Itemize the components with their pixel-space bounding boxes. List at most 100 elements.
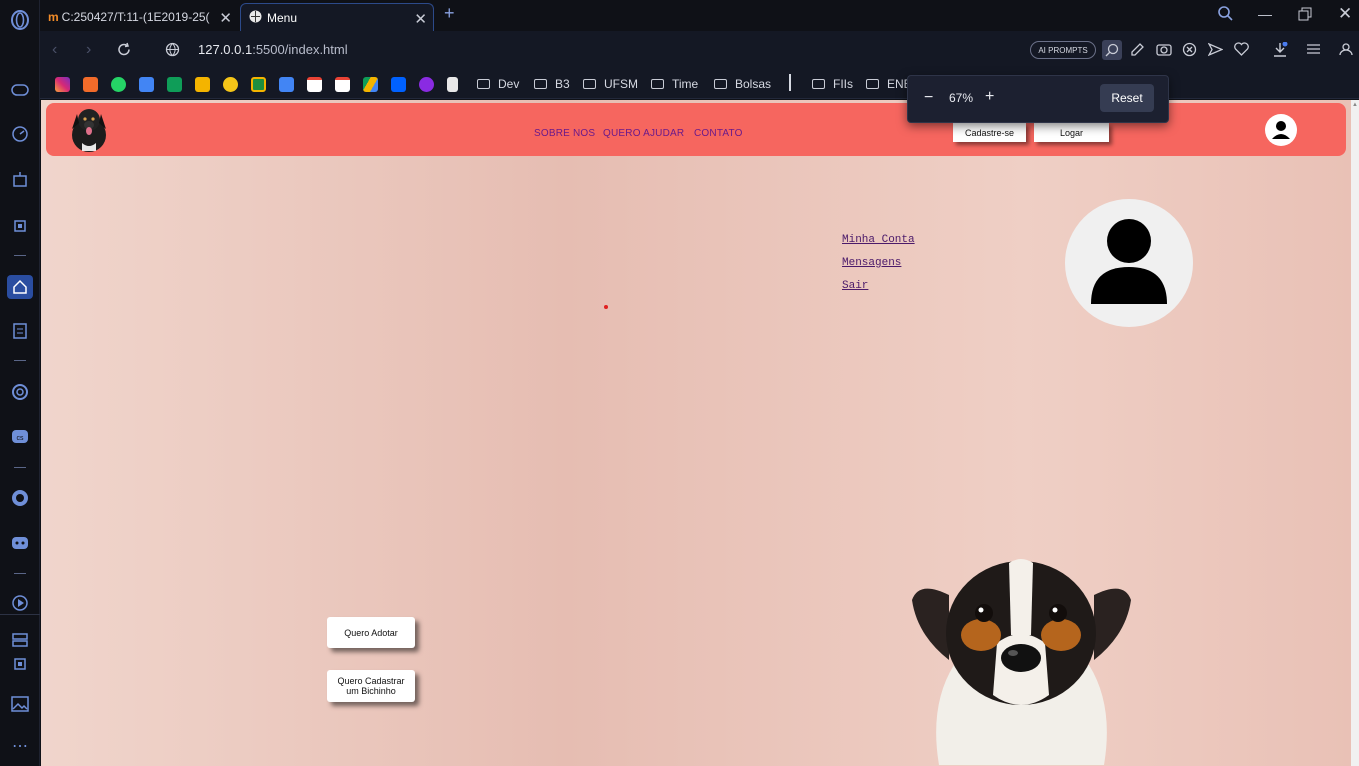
tab-menu[interactable]: Menu ✕	[240, 3, 434, 31]
folder-icon	[714, 79, 727, 89]
fire-app-icon[interactable]	[83, 75, 98, 93]
translate-icon[interactable]	[279, 75, 294, 93]
sidebar-divider	[0, 614, 40, 615]
drive-icon[interactable]	[363, 75, 378, 93]
dropbox-icon[interactable]	[391, 75, 406, 93]
bookmark-folder-ufsm[interactable]: UFSM	[583, 75, 638, 93]
page-icon[interactable]	[447, 75, 458, 93]
nav-quero-ajudar[interactable]: QUERO AJUDAR	[603, 128, 684, 139]
zoom-out-button[interactable]: −	[924, 89, 933, 107]
register-pet-button[interactable]: Quero Cadastrar um Bichinho	[327, 670, 415, 702]
page-scrollbar[interactable]: ▲	[1351, 100, 1359, 766]
search-tabs-icon[interactable]	[1217, 5, 1235, 28]
nav-sobre-nos[interactable]: SOBRE NOS	[534, 128, 595, 139]
download-icon[interactable]	[1272, 41, 1288, 63]
control-center-icon[interactable]	[10, 170, 30, 190]
bookmark-folder-ene[interactable]: ENE	[866, 75, 912, 93]
bookmark-folder-fiis[interactable]: FIIs	[812, 75, 853, 93]
logo-dog-image[interactable]	[66, 105, 112, 153]
tab-title: Menu	[267, 10, 298, 25]
bookmark-folder-b3[interactable]: B3	[534, 75, 570, 93]
close-tab-icon[interactable]: ✕	[219, 9, 232, 27]
red-dot	[604, 305, 608, 309]
chatgpt-icon[interactable]	[10, 382, 30, 402]
url-path: :5500/index.html	[252, 42, 348, 57]
back-icon[interactable]: ‹	[52, 41, 57, 59]
storage-icon[interactable]	[10, 630, 30, 650]
tab-title: C:250427/T:11-(1E2019-25(	[61, 10, 210, 24]
easy-setup-icon[interactable]	[1306, 42, 1321, 61]
note-icon[interactable]	[223, 75, 238, 93]
sidebar-divider	[14, 573, 26, 574]
discord-icon[interactable]	[10, 533, 30, 553]
purple-app-icon[interactable]	[419, 75, 434, 93]
adblock-icon[interactable]	[1182, 42, 1197, 62]
profile-avatar-large[interactable]	[1065, 199, 1193, 327]
instagram-icon[interactable]	[55, 75, 70, 93]
url-field[interactable]: 127.0.0.1:5500/index.html	[198, 42, 348, 57]
ai-prompts-button[interactable]: AI PROMPTS	[1030, 41, 1096, 59]
url-host: 127.0.0.1	[198, 42, 253, 57]
dog-photo	[909, 555, 1134, 766]
whatsapp-bookmark-icon[interactable]	[111, 75, 126, 93]
bookmark-folder-time[interactable]: Time	[651, 75, 698, 93]
camera-icon[interactable]	[1156, 42, 1172, 61]
whatsapp-icon[interactable]	[10, 488, 30, 508]
tab-bar: m C:250427/T:11-(1E2019-25( ✕ Menu ✕ + —…	[40, 0, 1359, 31]
signup-button[interactable]: Cadastre-se	[953, 123, 1026, 142]
close-tab-icon[interactable]: ✕	[414, 10, 427, 28]
gmail-icon[interactable]	[307, 75, 322, 93]
send-icon[interactable]	[1207, 42, 1224, 62]
menu-sair[interactable]: Sair	[842, 280, 868, 292]
folder-icon	[477, 79, 490, 89]
gamepad-icon[interactable]	[10, 80, 30, 100]
login-button[interactable]: Logar	[1034, 123, 1109, 142]
chip-icon[interactable]	[10, 216, 30, 236]
cpu-icon[interactable]	[10, 654, 30, 674]
sidebar-divider	[14, 255, 26, 256]
opera-logo-icon[interactable]	[10, 10, 30, 30]
zoom-icon[interactable]	[1102, 40, 1122, 60]
sheets-icon[interactable]	[167, 75, 182, 93]
notes-icon[interactable]	[10, 321, 30, 341]
svg-text:cs: cs	[17, 435, 25, 442]
address-bar: ‹ › 127.0.0.1:5500/index.html AI PROMPTS	[40, 31, 1359, 69]
docs-icon[interactable]	[139, 75, 154, 93]
speedometer-icon[interactable]	[10, 124, 30, 144]
chatsonic-icon[interactable]: cs	[10, 427, 30, 447]
reload-icon[interactable]	[117, 42, 132, 62]
zoom-reset-button[interactable]: Reset	[1100, 84, 1154, 112]
menu-mensagens[interactable]: Mensagens	[842, 257, 901, 269]
sidebar-divider	[14, 467, 26, 468]
tab-moodle[interactable]: m C:250427/T:11-(1E2019-25( ✕	[40, 3, 238, 31]
user-avatar-icon[interactable]	[1265, 114, 1297, 146]
classroom-icon[interactable]	[251, 75, 266, 93]
edit-icon[interactable]	[1130, 42, 1145, 62]
slides-icon[interactable]	[195, 75, 210, 93]
gmail-icon[interactable]	[335, 75, 350, 93]
site-info-icon[interactable]	[165, 42, 180, 62]
folder-icon	[534, 79, 547, 89]
bookmark-folder-dev[interactable]: Dev	[477, 75, 519, 93]
more-icon[interactable]: ⋯	[10, 736, 30, 756]
restore-icon[interactable]	[1298, 7, 1312, 26]
menu-minha-conta[interactable]: Minha Conta	[842, 234, 915, 246]
player-icon[interactable]	[10, 593, 30, 613]
globe-icon	[249, 10, 262, 26]
heart-icon[interactable]	[1234, 42, 1249, 61]
gallery-icon[interactable]	[10, 694, 30, 714]
close-window-icon[interactable]: ✕	[1338, 4, 1352, 24]
sidebar-divider	[14, 360, 26, 361]
profile-icon[interactable]	[1339, 42, 1353, 61]
scroll-up-icon[interactable]: ▲	[1352, 102, 1358, 108]
forward-icon[interactable]: ›	[86, 41, 91, 59]
bookmark-folder-bolsas[interactable]: Bolsas	[714, 75, 771, 93]
adopt-button[interactable]: Quero Adotar	[327, 617, 415, 648]
bookmark-separator	[789, 74, 791, 91]
web-page: SOBRE NOS QUERO AJUDAR CONTATO Cadastre-…	[41, 100, 1351, 766]
nav-contato[interactable]: CONTATO	[694, 128, 743, 139]
zoom-in-button[interactable]: +	[985, 88, 994, 106]
minimize-icon[interactable]: —	[1258, 6, 1272, 22]
new-tab-button[interactable]: +	[444, 3, 455, 24]
home-icon[interactable]	[7, 275, 33, 299]
